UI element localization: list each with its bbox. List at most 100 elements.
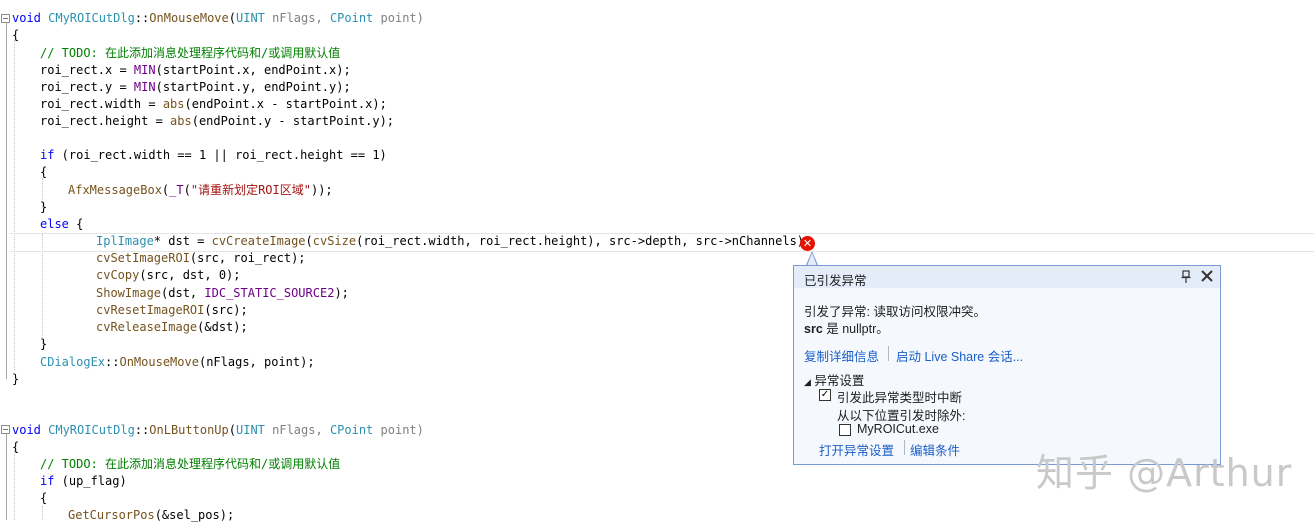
indent-guide bbox=[14, 40, 15, 370]
code-token: "请重新划定ROI区域" bbox=[190, 183, 311, 197]
code-line[interactable]: CDialogEx::OnMouseMove(nFlags, point); bbox=[40, 354, 315, 371]
collapse-function-icon[interactable]: − bbox=[1, 14, 10, 23]
code-token: (src, dst, 0); bbox=[139, 268, 241, 282]
code-token: roi_rect.width = bbox=[40, 97, 163, 111]
popup-header[interactable]: 已引发异常 bbox=[794, 266, 1220, 288]
code-token: (up_flag) bbox=[54, 474, 127, 488]
break-when-thrown-checkbox[interactable]: ✓ bbox=[819, 389, 831, 401]
code-line[interactable]: if (up_flag) bbox=[40, 473, 127, 490]
code-line[interactable]: cvReleaseImage(&dst); bbox=[96, 319, 248, 336]
code-token: (src); bbox=[204, 303, 248, 317]
code-token: ( bbox=[183, 183, 191, 197]
variable-name: src bbox=[804, 322, 823, 336]
code-line[interactable]: // TODO: 在此添加消息处理程序代码和/或调用默认值 bbox=[40, 45, 340, 62]
code-line[interactable]: } bbox=[12, 371, 19, 388]
exception-settings-header: 异常设置 bbox=[814, 374, 865, 388]
code-token: (nFlags, point); bbox=[198, 355, 315, 369]
module-name: MyROICut.exe bbox=[857, 422, 939, 436]
exception-detail: src 是 nullptr。 bbox=[804, 318, 889, 337]
close-icon[interactable] bbox=[1199, 268, 1215, 284]
code-token: if bbox=[40, 148, 55, 162]
code-line[interactable]: } bbox=[40, 199, 47, 216]
outline-line bbox=[6, 434, 7, 520]
code-line[interactable]: else { bbox=[40, 216, 83, 233]
code-token: UINT bbox=[236, 11, 265, 25]
code-line[interactable]: roi_rect.width = abs(endPoint.x - startP… bbox=[40, 96, 387, 113]
code-token: ( bbox=[305, 234, 313, 248]
code-token: cvCreateImage bbox=[211, 234, 306, 248]
code-token: :: bbox=[105, 355, 120, 369]
error-icon[interactable]: ✕ bbox=[800, 236, 815, 251]
code-line[interactable]: IplImage* dst = cvCreateImage(cvSize(roi… bbox=[96, 233, 811, 250]
code-token: CPoint bbox=[329, 423, 374, 437]
code-token: roi_rect.x = bbox=[40, 63, 134, 77]
code-token: UINT bbox=[236, 423, 265, 437]
code-line[interactable]: cvResetImageROI(src); bbox=[96, 302, 248, 319]
break-when-thrown-label: 引发此异常类型时中断 bbox=[837, 391, 963, 405]
code-token: (endPoint.x - startPoint.x); bbox=[184, 97, 387, 111]
code-token: * dst = bbox=[153, 234, 212, 248]
code-line[interactable]: if (roi_rect.width == 1 || roi_rect.heig… bbox=[40, 147, 387, 164]
code-token: else bbox=[40, 217, 69, 231]
code-line[interactable]: { bbox=[40, 490, 47, 507]
code-line[interactable]: GetCursorPos(&sel_pos); bbox=[68, 507, 234, 524]
start-live-share-link[interactable]: 启动 Live Share 会话... bbox=[896, 346, 1023, 365]
code-token: cvSetImageROI bbox=[96, 251, 190, 265]
code-line[interactable]: } bbox=[40, 336, 47, 353]
code-token: )); bbox=[310, 183, 333, 197]
code-token: OnLButtonUp bbox=[149, 423, 229, 437]
code-token: ( bbox=[228, 11, 236, 25]
code-line[interactable]: { bbox=[12, 27, 19, 44]
code-line[interactable]: AfxMessageBox(_T("请重新划定ROI区域")); bbox=[68, 182, 333, 199]
code-token: cvReleaseImage bbox=[96, 320, 198, 334]
open-exception-settings-link[interactable]: 打开异常设置 bbox=[819, 440, 894, 459]
indent-guide bbox=[14, 450, 15, 520]
code-token: { bbox=[68, 217, 84, 231]
code-token: void bbox=[12, 423, 49, 437]
exception-popup[interactable]: 已引发异常 引发了异常: 读取访问权限冲突。 src 是 nullptr。 复制… bbox=[793, 265, 1221, 465]
code-token: :: bbox=[134, 423, 150, 437]
copy-details-link[interactable]: 复制详细信息 bbox=[804, 346, 879, 365]
code-token: cvCopy bbox=[96, 268, 140, 282]
code-token: (roi_rect.width == 1 || roi_rect.height … bbox=[54, 148, 387, 162]
code-line[interactable]: { bbox=[12, 439, 19, 456]
edit-conditions-link[interactable]: 编辑条件 bbox=[910, 440, 960, 459]
code-token: OnMouseMove bbox=[119, 355, 199, 369]
code-token: OnMouseMove bbox=[149, 11, 229, 25]
code-token: point) bbox=[373, 423, 424, 437]
code-token: (src, roi_rect); bbox=[189, 251, 306, 265]
module-exception-checkbox[interactable] bbox=[839, 424, 851, 436]
code-line[interactable]: ShowImage(dst, IDC_STATIC_SOURCE2); bbox=[96, 285, 349, 302]
code-token: abs bbox=[162, 97, 185, 111]
code-line[interactable]: roi_rect.y = MIN(startPoint.y, endPoint.… bbox=[40, 79, 351, 96]
code-token: void bbox=[12, 11, 49, 25]
code-token: CMyROICutDlg bbox=[48, 11, 135, 25]
code-line[interactable]: void CMyROICutDlg::OnLButtonUp(UINT nFla… bbox=[12, 422, 424, 439]
code-token: (endPoint.y - startPoint.y); bbox=[191, 114, 395, 128]
outline-line bbox=[6, 23, 7, 379]
code-line[interactable]: roi_rect.x = MIN(startPoint.x, endPoint.… bbox=[40, 62, 351, 79]
code-line[interactable]: cvSetImageROI(src, roi_rect); bbox=[96, 250, 306, 267]
code-token: AfxMessageBox bbox=[68, 183, 162, 197]
collapse-triangle-icon[interactable]: ◢ bbox=[804, 377, 811, 387]
code-token: CMyROICutDlg bbox=[48, 423, 135, 437]
popup-title: 已引发异常 bbox=[804, 274, 867, 288]
code-token: roi_rect.y = bbox=[40, 80, 134, 94]
code-token: (&dst); bbox=[197, 320, 248, 334]
code-token: cvResetImageROI bbox=[96, 303, 205, 317]
indent-guide bbox=[42, 506, 43, 520]
code-line[interactable]: cvCopy(src, dst, 0); bbox=[96, 267, 241, 284]
code-token: nFlags, bbox=[264, 11, 330, 25]
code-line[interactable]: { bbox=[40, 164, 47, 181]
code-token: (startPoint.y, endPoint.y); bbox=[155, 80, 351, 94]
code-token: roi_rect.height = bbox=[40, 114, 171, 128]
pin-icon[interactable] bbox=[1180, 270, 1192, 284]
link-separator bbox=[904, 440, 905, 455]
code-token: MIN bbox=[133, 80, 156, 94]
collapse-function-icon[interactable]: − bbox=[1, 425, 10, 434]
watermark: 知乎 @Arthur bbox=[1036, 451, 1293, 495]
code-line[interactable]: roi_rect.height = abs(endPoint.y - start… bbox=[40, 113, 394, 130]
code-line[interactable]: // TODO: 在此添加消息处理程序代码和/或调用默认值 bbox=[40, 456, 340, 473]
code-token: (startPoint.x, endPoint.x); bbox=[155, 63, 351, 77]
code-line[interactable]: void CMyROICutDlg::OnMouseMove(UINT nFla… bbox=[12, 10, 424, 27]
